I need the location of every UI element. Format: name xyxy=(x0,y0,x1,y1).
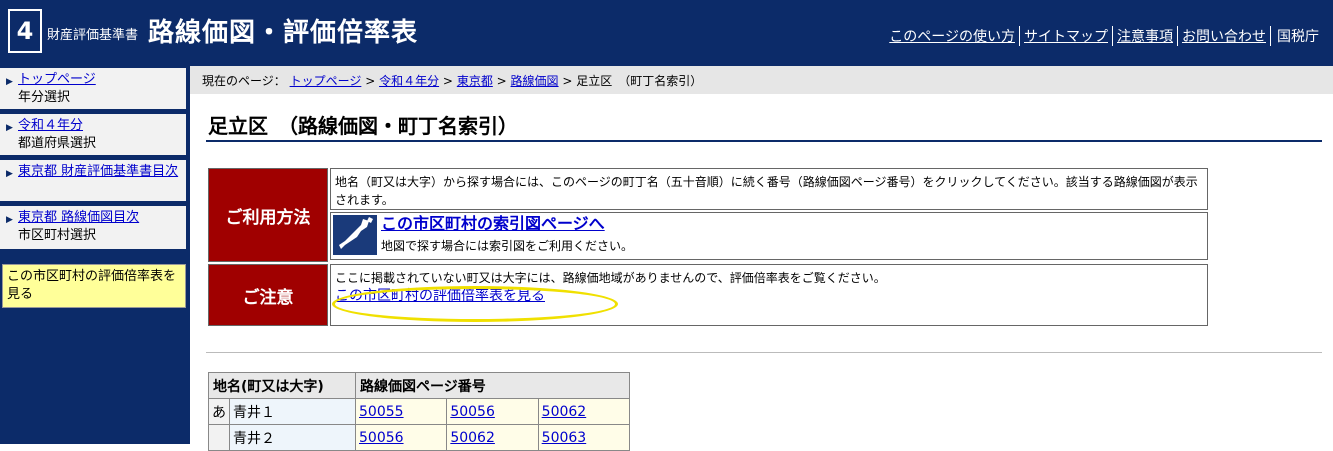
map-note: 地図で探す場合には索引図をご利用ください。 xyxy=(381,239,634,253)
arrow-icon: ▶ xyxy=(6,169,13,179)
caution-label: ご注意 xyxy=(208,264,328,326)
breadcrumb-current: 足立区 （町丁名索引） xyxy=(576,74,703,88)
breadcrumb-sep: > xyxy=(496,74,507,88)
breadcrumb-sep: > xyxy=(365,74,376,88)
sidebar-item-rosenka-index[interactable]: ▶ 東京都 路線価図目次 市区町村選択 xyxy=(0,206,186,250)
sidebar-link-rosenka-index[interactable]: 東京都 路線価図目次 xyxy=(18,210,139,225)
place-cell: 青井２ xyxy=(229,424,356,451)
arrow-icon: ▶ xyxy=(6,215,13,225)
arrow-icon: ▶ xyxy=(6,123,13,133)
title-divider xyxy=(206,140,1322,142)
logo-subtitle: 財産評価基準書 xyxy=(47,28,139,43)
page-link[interactable]: 50056 xyxy=(450,404,495,420)
breadcrumb-rosenka[interactable]: 路線価図 xyxy=(511,74,559,88)
index-map-link[interactable]: この市区町村の索引図ページへ xyxy=(381,215,605,233)
agency-name: 国税庁 xyxy=(1277,29,1319,45)
map-cell: この市区町村の索引図ページへ 地図で探す場合には索引図をご利用ください。 xyxy=(330,212,1208,260)
breadcrumb-sep: > xyxy=(442,74,453,88)
section-divider xyxy=(206,352,1322,353)
help-link[interactable]: このページの使い方 xyxy=(885,26,1020,46)
sidebar-item-year[interactable]: ▶ 令和４年分 都道府県選択 xyxy=(0,114,186,156)
breadcrumb-sep: > xyxy=(562,74,573,88)
site-header: 4 財産評価基準書 路線価図・評価倍率表 このページの使い方 サイトマップ 注意… xyxy=(0,0,1333,66)
usage-text: 地名（町又は大字）から探す場合には、このページの町丁名（五十音順）に続く番号（路… xyxy=(330,168,1208,210)
sidebar-sub-label: 都道府県選択 xyxy=(18,136,97,151)
breadcrumb-prefix: 現在のページ： xyxy=(202,74,286,88)
notice-link[interactable]: 注意事項 xyxy=(1113,26,1178,46)
sidebar-link-tokyo-index[interactable]: 東京都 財産評価基準書目次 xyxy=(18,164,178,179)
caution-text: ここに掲載されていない町又は大字には、路線価地域がありませんので、評価倍率表をご… xyxy=(335,271,886,285)
breadcrumb: 現在のページ： トップページ > 令和４年分 > 東京都 > 路線価図 > 足立… xyxy=(190,66,1333,94)
place-cell: 青井１ xyxy=(229,398,356,425)
sidebar-sub-label: 市区町村選択 xyxy=(18,228,97,243)
breadcrumb-tokyo[interactable]: 東京都 xyxy=(457,74,493,88)
main-content: 現在のページ： トップページ > 令和４年分 > 東京都 > 路線価図 > 足立… xyxy=(190,66,1333,451)
page-link[interactable]: 50062 xyxy=(542,404,587,420)
table-row: 青井２ 50056 50062 50063 xyxy=(208,424,631,451)
place-table: 地名(町又は大字) 路線価図ページ番号 あ 青井１ 50055 50056 50… xyxy=(208,372,631,451)
contact-link[interactable]: お問い合わせ xyxy=(1178,26,1271,46)
arrow-icon: ▶ xyxy=(6,77,13,87)
sitemap-link[interactable]: サイトマップ xyxy=(1020,26,1113,46)
logo-icon: 4 xyxy=(8,9,42,53)
sidebar-link-top[interactable]: トップページ xyxy=(18,72,96,87)
page-link[interactable]: 50063 xyxy=(542,430,587,446)
sidebar-item-top[interactable]: ▶ トップページ 年分選択 xyxy=(0,68,186,110)
sidebar-sub-label: 年分選択 xyxy=(18,90,71,105)
site-title: 路線価図・評価倍率表 xyxy=(148,18,419,48)
sidebar-link-year[interactable]: 令和４年分 xyxy=(18,118,83,133)
page-link[interactable]: 50055 xyxy=(359,404,404,420)
column-header-pages: 路線価図ページ番号 xyxy=(355,372,630,399)
kana-cell: あ xyxy=(208,398,230,425)
column-header-place: 地名(町又は大字) xyxy=(208,372,356,399)
table-header-row: 地名(町又は大字) 路線価図ページ番号 xyxy=(208,372,630,399)
table-row: あ 青井１ 50055 50056 50062 xyxy=(208,398,631,425)
breadcrumb-top[interactable]: トップページ xyxy=(290,74,362,88)
japan-map-icon[interactable] xyxy=(333,215,377,255)
top-nav: このページの使い方 サイトマップ 注意事項 お問い合わせ 国税庁 xyxy=(885,26,1319,46)
page-link[interactable]: 50062 xyxy=(450,430,495,446)
breadcrumb-year[interactable]: 令和４年分 xyxy=(379,74,439,88)
page-link[interactable]: 50056 xyxy=(359,430,404,446)
page-title: 足立区 （路線価図・町丁名索引） xyxy=(208,114,518,138)
sidebar: ▶ トップページ 年分選択 ▶ 令和４年分 都道府県選択 ▶ 東京都 財産評価基… xyxy=(0,66,190,444)
info-box: ご利用方法 地名（町又は大字）から探す場合には、このページの町丁名（五十音順）に… xyxy=(208,168,1208,326)
sidebar-current-item[interactable]: この市区町村の評価倍率表を見る xyxy=(2,264,186,308)
sidebar-item-tokyo-index[interactable]: ▶ 東京都 財産評価基準書目次 xyxy=(0,160,186,202)
usage-label: ご利用方法 xyxy=(208,168,328,262)
caution-cell: ここに掲載されていない町又は大字には、路線価地域がありませんので、評価倍率表をご… xyxy=(330,264,1208,326)
kana-cell xyxy=(208,424,230,451)
multiplier-table-link[interactable]: この市区町村の評価倍率表を見る xyxy=(335,287,545,305)
